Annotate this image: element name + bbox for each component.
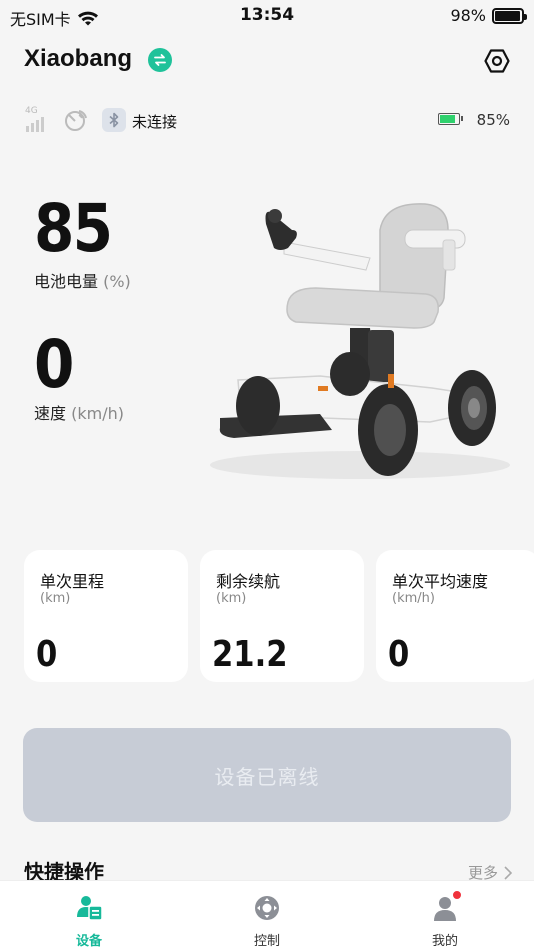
stat-unit: (km/h) [392, 591, 435, 606]
switch-device-button[interactable] [148, 48, 172, 72]
tab-profile[interactable]: 我的 [356, 881, 534, 950]
speed-label: 速度 (km/h) [34, 400, 124, 424]
wheelchair-image [210, 203, 510, 479]
device-offline-button[interactable]: 设备已离线 [23, 728, 511, 822]
swap-arrows-icon [154, 54, 166, 66]
stat-card-remaining-range[interactable]: 剩余续航 (km) 21.2 [200, 550, 364, 682]
stat-value: 0 [388, 634, 410, 675]
bluetooth-icon [109, 112, 119, 128]
device-battery-icon [438, 113, 463, 125]
hexagon-settings-icon [484, 49, 510, 73]
tab-label: 我的 [431, 934, 458, 949]
stats-row: 单次里程 (km) 0 剩余续航 (km) 21.2 单次平均速度 (km/h)… [24, 550, 534, 682]
device-name: Xiaobang [24, 45, 133, 72]
stat-unit: (km) [216, 591, 247, 606]
bluetooth-button[interactable] [102, 108, 126, 132]
stat-unit: (km) [40, 591, 71, 606]
settings-button[interactable] [482, 46, 512, 76]
tab-bar: 设备 控制 我的 [0, 880, 534, 950]
stat-value: 0 [36, 634, 58, 675]
speed-label-text: 速度 [34, 404, 67, 423]
header: Xiaobang [24, 40, 512, 82]
battery-unit: (%) [103, 272, 131, 291]
tab-device[interactable]: 设备 [0, 881, 178, 950]
stat-title: 单次里程 [40, 572, 105, 591]
battery-label: 电池电量 (%) [34, 268, 131, 292]
stat-card-average-speed[interactable]: 单次平均速度 (km/h) 0 [376, 550, 534, 682]
battery-value: 85 [34, 190, 113, 267]
tab-label: 设备 [75, 934, 102, 949]
speed-value: 0 [34, 326, 74, 403]
network-badge: 4G [25, 106, 38, 116]
battery-percent: 98% [450, 6, 486, 25]
chevron-right-icon [504, 865, 512, 880]
battery-icon [492, 7, 527, 24]
bluetooth-status: 未连接 [132, 113, 178, 131]
battery-label-text: 电池电量 [34, 272, 99, 291]
stat-title: 剩余续航 [216, 572, 281, 591]
device-battery-percent: 85% [476, 111, 510, 129]
status-bar: 无SIM卡 13:54 98% [0, 0, 534, 32]
stat-value: 21.2 [212, 634, 288, 675]
connection-row: 4G 未连接 85% [24, 102, 510, 136]
battery-status: 98% [450, 6, 527, 25]
stat-title: 单次平均速度 [392, 572, 489, 591]
stat-card-trip-distance[interactable]: 单次里程 (km) 0 [24, 550, 188, 682]
speed-unit: (km/h) [71, 404, 124, 423]
tab-label: 控制 [253, 934, 280, 949]
gps-signal-icon [65, 110, 87, 131]
control-icon [252, 893, 282, 923]
cellular-signal-icon: 4G [25, 106, 44, 132]
notification-dot [452, 890, 462, 900]
profile-icon [430, 890, 462, 923]
tab-control[interactable]: 控制 [178, 881, 356, 950]
device-icon [74, 893, 104, 923]
